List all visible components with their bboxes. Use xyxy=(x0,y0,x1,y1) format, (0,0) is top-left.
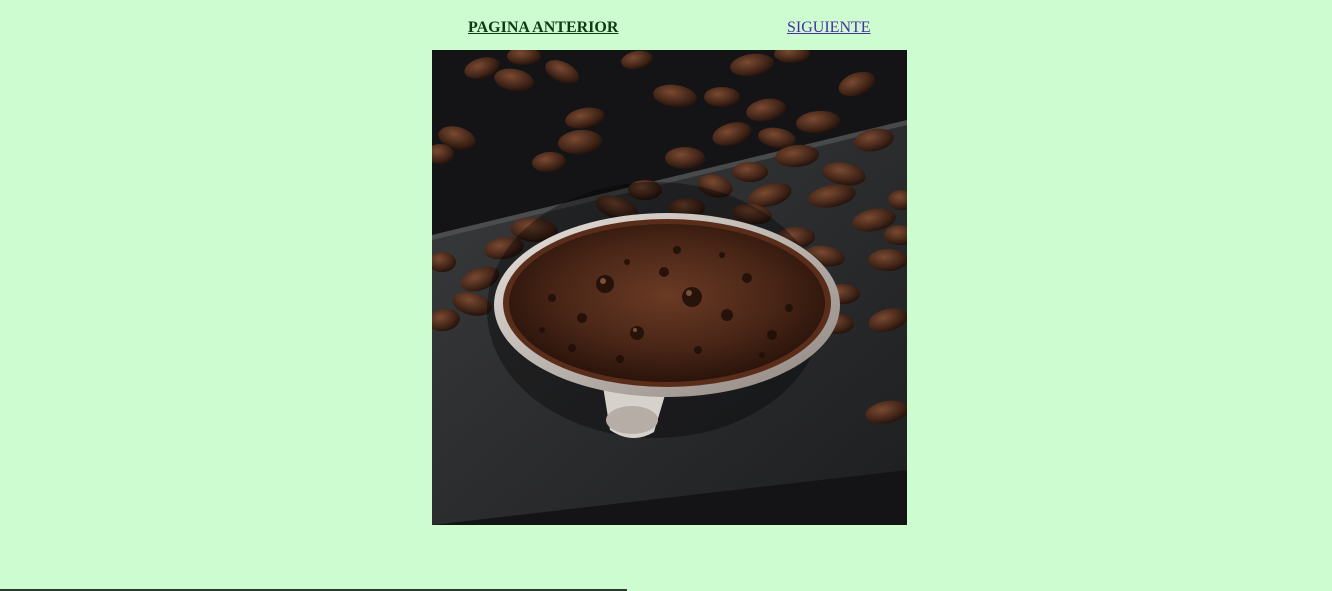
next-page-link[interactable]: SIGUIENTE xyxy=(787,19,871,37)
previous-page-link[interactable]: PAGINA ANTERIOR xyxy=(468,19,618,37)
page: PAGINA ANTERIOR SIGUIENTE xyxy=(0,0,1332,591)
coffee-cup-photo xyxy=(432,50,907,525)
